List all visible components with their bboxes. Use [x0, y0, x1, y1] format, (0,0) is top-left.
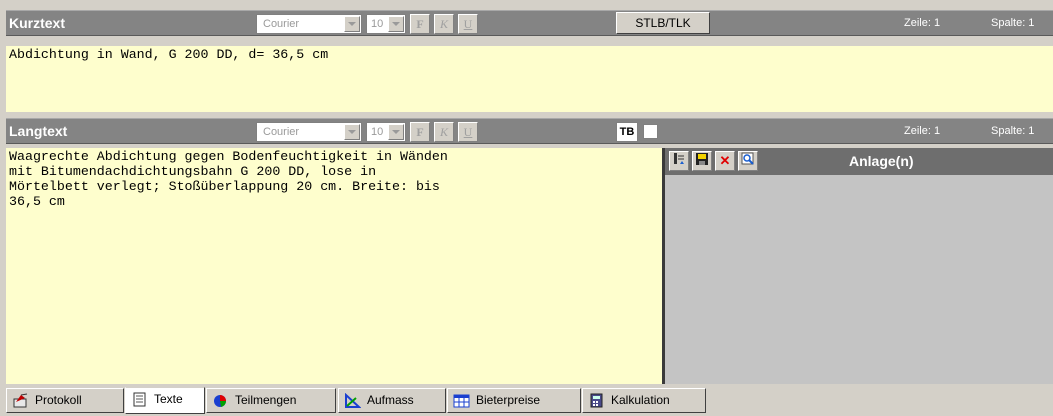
- langtext-font-select[interactable]: Courier: [256, 122, 362, 142]
- line-indicator: Zeile: 1: [904, 17, 941, 29]
- tab-aufmass[interactable]: Aufmass: [338, 388, 446, 413]
- underline-button[interactable]: U: [458, 122, 478, 142]
- bold-button[interactable]: F: [410, 14, 430, 34]
- tab-label: Bieterpreise: [476, 393, 541, 407]
- kurztext-toolbar: Kurztext Courier 10 F K U STLB/TLK Zeile…: [6, 10, 1053, 36]
- underline-button[interactable]: U: [458, 14, 478, 34]
- document-icon: [131, 392, 148, 407]
- chevron-down-icon[interactable]: [388, 124, 404, 140]
- import-icon[interactable]: [669, 151, 689, 171]
- size-value: 10: [371, 18, 384, 30]
- chevron-down-icon[interactable]: [388, 16, 404, 32]
- protocol-icon: [12, 393, 29, 408]
- tab-label: Protokoll: [35, 393, 82, 407]
- langtext-size-select[interactable]: 10: [366, 122, 406, 142]
- tab-label: Kalkulation: [611, 393, 670, 407]
- delete-icon[interactable]: ✕: [715, 151, 735, 171]
- stlb-tlk-button[interactable]: STLB/TLK: [616, 12, 710, 34]
- tab-label: Texte: [154, 392, 183, 406]
- tab-kalkulation[interactable]: Kalkulation: [582, 388, 706, 413]
- italic-button[interactable]: K: [434, 14, 454, 34]
- line-indicator: Zeile: 1: [904, 125, 941, 137]
- kurztext-font-select[interactable]: Courier: [256, 14, 362, 34]
- chevron-down-icon[interactable]: [344, 124, 360, 140]
- column-indicator: Spalte: 1: [991, 125, 1035, 137]
- table-icon: [453, 393, 470, 408]
- tab-bieterpreise[interactable]: Bieterpreise: [447, 388, 581, 413]
- save-icon[interactable]: [692, 151, 712, 171]
- font-value: Courier: [263, 126, 300, 138]
- attachments-panel: ✕ Anlage(n): [662, 148, 1053, 384]
- tb-button[interactable]: TB: [616, 122, 638, 142]
- kurztext-editor[interactable]: Abdichtung in Wand, G 200 DD, d= 36,5 cm: [6, 46, 1053, 112]
- tab-teilmengen[interactable]: Teilmengen: [206, 388, 336, 413]
- chevron-down-icon[interactable]: [344, 16, 360, 32]
- langtext-toolbar: Langtext Courier 10 F K U TB Zeile: 1 Sp…: [6, 118, 1053, 144]
- langtext-title: Langtext: [9, 123, 68, 139]
- column-indicator: Spalte: 1: [991, 17, 1035, 29]
- tab-bar: Protokoll Texte Teilmengen Aufmass Biete…: [0, 387, 1053, 416]
- size-value: 10: [371, 126, 384, 138]
- pie-icon: [212, 393, 229, 408]
- attachments-title: Anlage(n): [849, 153, 914, 169]
- italic-button[interactable]: K: [434, 122, 454, 142]
- langtext-editor[interactable]: Waagrechte Abdichtung gegen Bodenfeuchti…: [6, 148, 662, 384]
- tab-label: Aufmass: [367, 393, 414, 407]
- kurztext-title: Kurztext: [9, 15, 66, 31]
- measure-icon: [344, 392, 362, 408]
- kurztext-size-select[interactable]: 10: [366, 14, 406, 34]
- attachments-header: ✕ Anlage(n): [665, 148, 1053, 175]
- tb-checkbox[interactable]: [643, 124, 658, 139]
- font-value: Courier: [263, 18, 300, 30]
- tab-protokoll[interactable]: Protokoll: [6, 388, 124, 413]
- view-icon[interactable]: [738, 151, 758, 171]
- tab-label: Teilmengen: [235, 393, 297, 407]
- bold-button[interactable]: F: [410, 122, 430, 142]
- tab-texte[interactable]: Texte: [125, 387, 205, 414]
- calculator-icon: [588, 393, 605, 408]
